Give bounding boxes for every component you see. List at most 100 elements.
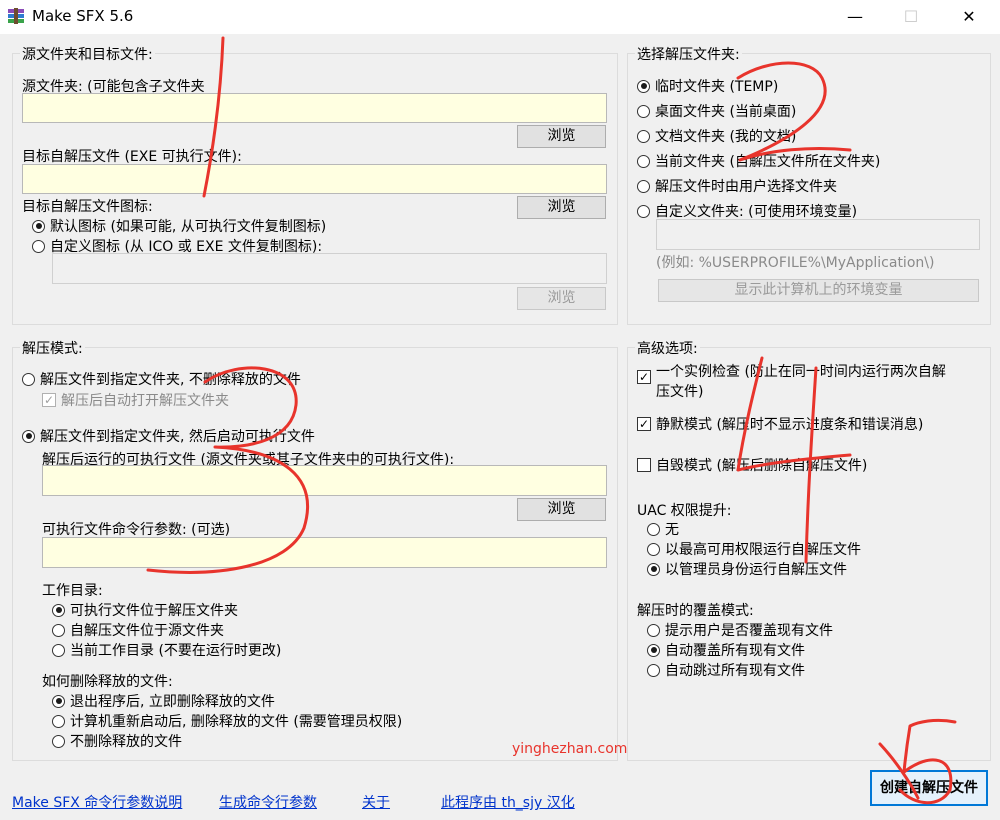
source-group-title: 源文件夹和目标文件: xyxy=(20,44,155,64)
generate-cmdline-link[interactable]: 生成命令行参数 xyxy=(219,792,317,812)
workdir-source-radio[interactable]: 自解压文件位于源文件夹 xyxy=(52,620,224,640)
uac-none-radio[interactable]: 无 xyxy=(647,519,679,539)
create-sfx-button[interactable]: 创建自解压文件 xyxy=(870,770,988,806)
auto-open-label: 解压后自动打开解压文件夹 xyxy=(61,393,229,409)
minimize-button[interactable]: — xyxy=(832,0,878,34)
mode-run-exe-label: 解压文件到指定文件夹, 然后启动可执行文件 xyxy=(40,429,315,445)
extract-custom-radio[interactable]: 自定义文件夹: (可使用环境变量) xyxy=(637,201,857,221)
title-bar: Make SFX 5.6 — ☐ ✕ xyxy=(0,0,1000,34)
delete-label: 如何删除释放的文件: xyxy=(42,674,173,690)
auto-open-checkbox: ✓ 解压后自动打开解压文件夹 xyxy=(42,390,229,410)
delete-option-label: 不删除释放的文件 xyxy=(70,734,182,750)
overwrite-label: 解压时的覆盖模式: xyxy=(637,603,754,619)
overwrite-prompt-radio[interactable]: 提示用户是否覆盖现有文件 xyxy=(647,620,833,640)
cmdline-help-link[interactable]: Make SFX 命令行参数说明 xyxy=(12,792,182,812)
delete-never-radio[interactable]: 不删除释放的文件 xyxy=(52,731,182,751)
radio-icon xyxy=(647,542,660,556)
radio-selected-icon xyxy=(52,694,65,708)
mode-group-title: 解压模式: xyxy=(20,338,85,358)
uac-option-label: 以最高可用权限运行自解压文件 xyxy=(665,542,861,558)
delete-option-label: 退出程序后, 立即删除释放的文件 xyxy=(70,694,275,710)
radio-icon xyxy=(637,204,650,218)
radio-selected-icon xyxy=(22,429,35,443)
radio-selected-icon xyxy=(647,562,660,576)
delete-exit-radio[interactable]: 退出程序后, 立即删除释放的文件 xyxy=(52,691,275,711)
args-input[interactable] xyxy=(42,537,607,568)
mode-no-delete-label: 解压文件到指定文件夹, 不删除释放的文件 xyxy=(40,372,301,388)
single-instance-line1: 一个实例检查 (防止在同一时间内运行两次自解 xyxy=(656,364,946,380)
extract-option-label: 文档文件夹 (我的文档) xyxy=(655,129,797,145)
translator-link[interactable]: 此程序由 th_sjy 汉化 xyxy=(441,792,575,812)
radio-icon xyxy=(637,179,650,193)
uac-option-label: 以管理员身份运行自解压文件 xyxy=(665,562,847,578)
extract-option-label: 临时文件夹 (TEMP) xyxy=(655,79,779,95)
uac-highest-radio[interactable]: 以最高可用权限运行自解压文件 xyxy=(647,539,861,559)
single-instance-checkbox[interactable]: ✓ 一个实例检查 (防止在同一时间内运行两次自解 压文件) xyxy=(637,361,946,401)
app-icon xyxy=(8,8,24,24)
radio-icon xyxy=(52,734,65,748)
extract-option-label: 解压文件时由用户选择文件夹 xyxy=(655,179,837,195)
extract-current-radio[interactable]: 当前文件夹 (自解压文件所在文件夹) xyxy=(637,151,880,171)
custom-icon-input xyxy=(52,253,607,284)
target-file-input[interactable] xyxy=(22,164,607,194)
workdir-option-label: 自解压文件位于源文件夹 xyxy=(70,623,224,639)
overwrite-all-radio[interactable]: 自动覆盖所有现有文件 xyxy=(647,640,805,660)
workdir-option-label: 可执行文件位于解压文件夹 xyxy=(70,603,238,619)
extract-desktop-radio[interactable]: 桌面文件夹 (当前桌面) xyxy=(637,101,796,121)
close-button[interactable]: ✕ xyxy=(946,0,992,34)
uac-admin-radio[interactable]: 以管理员身份运行自解压文件 xyxy=(647,559,847,579)
window-title: Make SFX 5.6 xyxy=(32,7,134,25)
browse-icon-button: 浏览 xyxy=(517,287,606,310)
radio-icon xyxy=(647,522,660,536)
checkmark-icon: ✓ xyxy=(637,370,651,384)
radio-selected-icon xyxy=(647,643,660,657)
workdir-label: 工作目录: xyxy=(42,583,103,599)
single-instance-label: 一个实例检查 (防止在同一时间内运行两次自解 压文件) xyxy=(656,361,946,401)
overwrite-skip-radio[interactable]: 自动跳过所有现有文件 xyxy=(647,660,805,680)
checkmark-icon: ✓ xyxy=(637,417,651,431)
radio-selected-icon xyxy=(637,79,650,93)
checkmark-icon: ✓ xyxy=(42,393,56,407)
custom-folder-example: (例如: %USERPROFILE%\MyApplication\) xyxy=(656,255,935,271)
radio-icon xyxy=(22,372,35,386)
args-label: 可执行文件命令行参数: (可选) xyxy=(42,522,231,538)
extract-folder-title: 选择解压文件夹: xyxy=(635,44,742,64)
mode-no-delete-radio[interactable]: 解压文件到指定文件夹, 不删除释放的文件 xyxy=(22,369,301,389)
target-file-label: 目标自解压文件 (EXE 可执行文件): xyxy=(22,149,242,165)
extract-temp-radio[interactable]: 临时文件夹 (TEMP) xyxy=(637,76,778,96)
radio-icon xyxy=(52,714,65,728)
mode-run-exe-radio[interactable]: 解压文件到指定文件夹, 然后启动可执行文件 xyxy=(22,426,315,446)
browse-source-button[interactable]: 浏览 xyxy=(517,125,606,148)
overwrite-option-label: 提示用户是否覆盖现有文件 xyxy=(665,623,833,639)
workdir-extract-radio[interactable]: 可执行文件位于解压文件夹 xyxy=(52,600,238,620)
overwrite-option-label: 自动跳过所有现有文件 xyxy=(665,663,805,679)
overwrite-option-label: 自动覆盖所有现有文件 xyxy=(665,643,805,659)
radio-icon xyxy=(32,239,45,253)
icon-default-radio[interactable]: 默认图标 (如果可能, 从可执行文件复制图标) xyxy=(32,216,326,236)
advanced-group-title: 高级选项: xyxy=(635,338,700,358)
uac-option-label: 无 xyxy=(665,522,679,538)
radio-icon xyxy=(52,643,65,657)
workdir-current-radio[interactable]: 当前工作目录 (不要在运行时更改) xyxy=(52,640,281,660)
icon-label: 目标自解压文件图标: xyxy=(22,199,153,215)
radio-icon xyxy=(52,623,65,637)
extract-option-label: 桌面文件夹 (当前桌面) xyxy=(655,104,797,120)
extract-user-choose-radio[interactable]: 解压文件时由用户选择文件夹 xyxy=(637,176,837,196)
radio-icon xyxy=(637,129,650,143)
extract-documents-radio[interactable]: 文档文件夹 (我的文档) xyxy=(637,126,796,146)
silent-mode-checkbox[interactable]: ✓ 静默模式 (解压时不显示进度条和错误消息) xyxy=(637,414,923,434)
about-link[interactable]: 关于 xyxy=(362,792,390,812)
browse-target-button[interactable]: 浏览 xyxy=(517,196,606,219)
source-folder-input[interactable] xyxy=(22,93,607,123)
delete-reboot-radio[interactable]: 计算机重新启动后, 删除释放的文件 (需要管理员权限) xyxy=(52,711,402,731)
extract-option-label: 自定义文件夹: (可使用环境变量) xyxy=(655,204,858,220)
watermark: yinghezhan.com xyxy=(512,741,628,757)
self-delete-checkbox[interactable]: 自毁模式 (解压后删除自解压文件) xyxy=(637,455,867,475)
radio-selected-icon xyxy=(52,603,65,617)
checkbox-icon xyxy=(637,458,651,472)
browse-exe-button[interactable]: 浏览 xyxy=(517,498,606,521)
silent-mode-label: 静默模式 (解压时不显示进度条和错误消息) xyxy=(656,417,924,433)
extract-option-label: 当前文件夹 (自解压文件所在文件夹) xyxy=(655,154,881,170)
exe-input[interactable] xyxy=(42,465,607,496)
radio-selected-icon xyxy=(32,219,45,233)
